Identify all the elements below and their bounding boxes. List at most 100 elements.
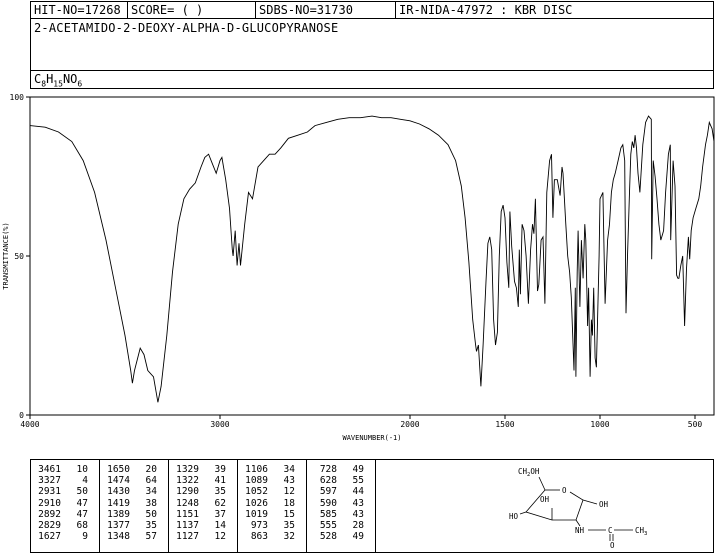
peak-transmittance: 12 [283,486,295,498]
y-tick-label: 100 [10,93,25,102]
peak-row: 2910 47 [31,498,99,509]
peak-wavenumber: 1348 [107,531,130,543]
peak-wavenumber: 1019 [245,508,268,520]
peak-transmittance: 38 [145,497,157,509]
peak-wavenumber: 590 [319,497,337,509]
peak-row: 1474 64 [100,475,168,486]
peak-wavenumber: 2829 [38,519,61,531]
peak-wavenumber: 1106 [245,464,268,475]
spectrum-header: HIT-NO=17268 SCORE= ( ) SDBS-NO=31730 IR… [30,1,714,89]
peak-wavenumber: 1026 [245,497,268,509]
peak-wavenumber: 2892 [38,508,61,520]
peak-wavenumber: 2931 [38,486,61,498]
peak-row: 1089 43 [238,475,306,486]
peak-column: 1329 39 1322 41 1290 35 1248 62 1151 37 1137 14 1127… [169,460,238,552]
peak-transmittance: 47 [76,497,88,509]
structure-ho-left: HO [509,512,519,521]
peak-wavenumber: 1322 [176,475,199,487]
peak-wavenumber: 528 [319,531,337,543]
x-tick-label: 3000 [210,420,229,429]
bond-ring [525,489,584,521]
bond-ch2oh [538,476,546,491]
peak-row: 863 32 [238,531,306,542]
x-tick-label: 1000 [590,420,609,429]
peak-row: 1290 35 [169,486,237,497]
peak-transmittance: 57 [145,531,157,543]
peak-row: 1389 50 [100,509,168,520]
peak-transmittance: 39 [214,464,226,475]
peak-wavenumber: 728 [319,464,337,475]
peak-transmittance: 37 [214,508,226,520]
peak-wavenumber: 585 [319,508,337,520]
peak-transmittance: 43 [283,475,295,487]
peak-transmittance: 49 [352,464,364,475]
peak-transmittance: 14 [214,519,226,531]
peak-transmittance: 35 [283,519,295,531]
peak-row: 585 43 [307,509,375,520]
peak-row: 1019 15 [238,509,306,520]
peak-row: 3327 4 [31,475,99,486]
peak-row: 555 28 [307,520,375,531]
formula-divider [31,70,713,71]
spectrum-line [29,115,715,403]
structure-ch2oh-label: CH2OH [518,467,540,478]
peak-row: 1322 41 [169,475,237,486]
peak-table: 3461 10 3327 4 2931 50 2910 47 2892 47 2829 68 1627 9… [31,460,376,552]
peak-row: 1052 12 [238,486,306,497]
peak-row: 590 43 [307,498,375,509]
y-tick-label: 50 [14,252,24,261]
peak-transmittance: 28 [352,519,364,531]
peak-transmittance: 50 [76,486,88,498]
ir-spectrum-chart: TRANSMITTANCE(%) WAVENUMBER(-1) 4000 3000… [2,93,715,442]
peak-transmittance: 15 [283,508,295,520]
peak-transmittance: 41 [214,475,226,487]
peak-row: 2829 68 [31,520,99,531]
bond-c1-oh [582,499,598,505]
peak-transmittance: 64 [145,475,157,487]
peak-wavenumber: 1430 [107,486,130,498]
peak-row: 1329 39 [169,464,237,475]
structure-nh-label: NH [575,526,585,535]
peak-row: 597 44 [307,486,375,497]
peak-wavenumber: 1052 [245,486,268,498]
peak-wavenumber: 628 [319,475,337,487]
peak-transmittance: 10 [76,464,88,475]
peak-panel: 3461 10 3327 4 2931 50 2910 47 2892 47 2829 68 1627 9… [30,459,714,553]
peak-wavenumber: 555 [319,519,337,531]
peak-row: 1248 62 [169,498,237,509]
header-info-row: HIT-NO=17268 SCORE= ( ) SDBS-NO=31730 IR… [31,2,713,19]
peak-transmittance: 4 [82,475,88,487]
structure-ring-oxygen: O [562,486,567,495]
peak-row: 1377 35 [100,520,168,531]
x-tick-label: 2000 [400,420,419,429]
structure-carbonyl-c: C [608,526,613,535]
peak-transmittance: 49 [352,531,364,543]
x-axis-label: WAVENUMBER(-1) [342,434,401,442]
y-tick-label: 0 [19,411,24,420]
peak-wavenumber: 1474 [107,475,130,487]
peak-row: 728 49 [307,464,375,475]
peak-wavenumber: 597 [319,486,337,498]
peak-row: 973 35 [238,520,306,531]
score: SCORE= ( ) [127,2,255,18]
x-tick-label: 4000 [20,420,39,429]
peak-row: 628 55 [307,475,375,486]
peak-row: 1348 57 [100,531,168,542]
peak-wavenumber: 1248 [176,497,199,509]
compound-name: 2-ACETAMIDO-2-DEOXY-ALPHA-D-GLUCOPYRANOS… [34,21,339,35]
peak-row: 1127 12 [169,531,237,542]
structure-carbonyl-o: O [610,541,615,550]
peak-wavenumber: 1151 [176,508,199,520]
peak-transmittance: 35 [214,486,226,498]
peak-transmittance: 55 [352,475,364,487]
axis-ticks: 4000 3000 2000 1500 1000 500 0 50 100 [10,93,703,429]
peak-wavenumber: 863 [250,531,268,543]
peak-transmittance: 43 [352,497,364,509]
peak-column: 1106 34 1089 43 1052 12 1026 18 1019 15 973 35 863 32 [238,460,307,552]
peak-transmittance: 43 [352,508,364,520]
peak-row: 1137 14 [169,520,237,531]
structure-oh-right: OH [599,500,609,509]
peak-row: 1106 34 [238,464,306,475]
peak-wavenumber: 2910 [38,497,61,509]
peak-row: 1430 34 [100,486,168,497]
